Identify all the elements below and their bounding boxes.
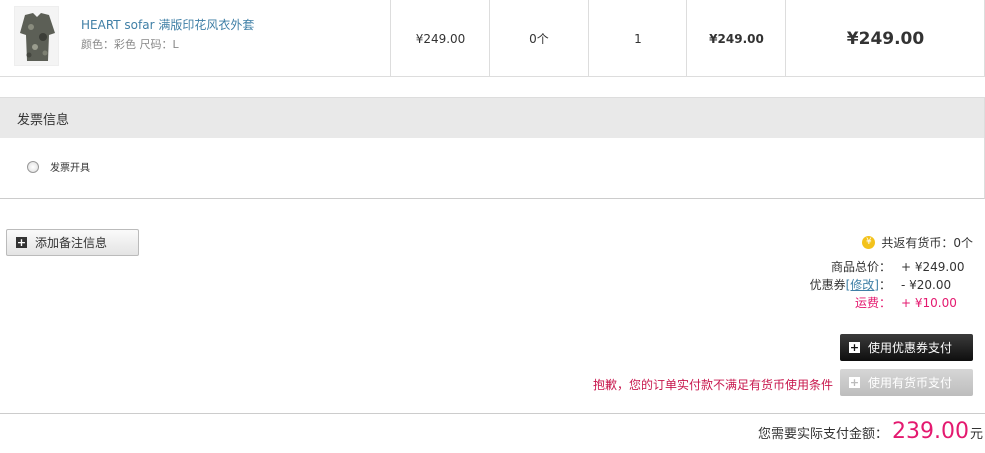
payable-total: 您需要实际支付金额： 239.00 元 bbox=[758, 419, 983, 444]
invoice-option-label: 发票开具 bbox=[50, 163, 90, 174]
pay-with-coin-button[interactable]: + 使用有货币支付 bbox=[840, 369, 973, 396]
shipping-label: 运费： bbox=[854, 296, 891, 310]
coupon-colon: ： bbox=[878, 278, 891, 292]
invoice-title: 发票信息 bbox=[0, 98, 984, 138]
coupon-value: - ¥20.00 bbox=[901, 278, 952, 292]
product-name-link[interactable]: HEART sofar 满版印花风衣外套 bbox=[81, 16, 254, 33]
goods-total-value: + ¥249.00 bbox=[901, 260, 965, 274]
pay-with-coupon-label: 使用优惠券支付 bbox=[868, 341, 953, 355]
plus-icon: + bbox=[16, 236, 27, 249]
add-note-label: 添加备注信息 bbox=[35, 236, 108, 250]
goods-total-label: 商品总价： bbox=[830, 260, 891, 274]
product-thumbnail[interactable] bbox=[14, 6, 59, 66]
coin-warning: 抱歉，您的订单实付款不满足有货币使用条件 bbox=[592, 378, 833, 392]
coin-return-text: 共返有货币：0个 bbox=[881, 236, 973, 250]
pay-with-coin-label: 使用有货币支付 bbox=[868, 376, 953, 390]
payable-unit: 元 bbox=[969, 427, 983, 442]
product-spec: 颜色：彩色 尺码：L bbox=[81, 38, 179, 51]
coin-icon: ¥ bbox=[862, 236, 876, 249]
shipping-row: 运费： + ¥10.00 bbox=[810, 297, 973, 310]
payable-amount: 239.00 bbox=[892, 419, 969, 444]
goods-total-row: 商品总价： + ¥249.00 bbox=[810, 261, 973, 274]
invoice-option[interactable]: 发票开具 bbox=[27, 159, 90, 174]
payable-label: 您需要实际支付金额： bbox=[757, 427, 888, 442]
quantity: 1 bbox=[588, 0, 687, 77]
coupon-edit-link[interactable]: [修改] bbox=[846, 278, 879, 292]
plus-icon: + bbox=[849, 376, 860, 389]
plus-icon: + bbox=[849, 341, 860, 354]
add-note-button[interactable]: + 添加备注信息 bbox=[6, 229, 139, 256]
pay-with-coupon-button[interactable]: + 使用优惠券支付 bbox=[840, 334, 973, 361]
order-item-row: HEART sofar 满版印花风衣外套 颜色：彩色 尺码：L ¥249.00 … bbox=[0, 0, 985, 77]
order-summary: ¥ 共返有货币：0个 商品总价： + ¥249.00 优惠券[修改]： - ¥2… bbox=[810, 234, 973, 310]
item-total: ¥249.00 bbox=[785, 0, 985, 77]
coin-return-line: ¥ 共返有货币：0个 bbox=[810, 234, 973, 251]
coin-return: 0个 bbox=[489, 0, 588, 77]
item-subtotal: ¥249.00 bbox=[686, 0, 786, 77]
invoice-section: 发票信息 发票开具 bbox=[0, 97, 985, 199]
coupon-label: 优惠券 bbox=[809, 278, 846, 292]
shipping-value: + ¥10.00 bbox=[901, 296, 957, 310]
coupon-row: 优惠券[修改]： - ¥20.00 bbox=[810, 279, 973, 292]
unit-price: ¥249.00 bbox=[390, 0, 490, 77]
invoice-radio[interactable] bbox=[27, 160, 39, 173]
